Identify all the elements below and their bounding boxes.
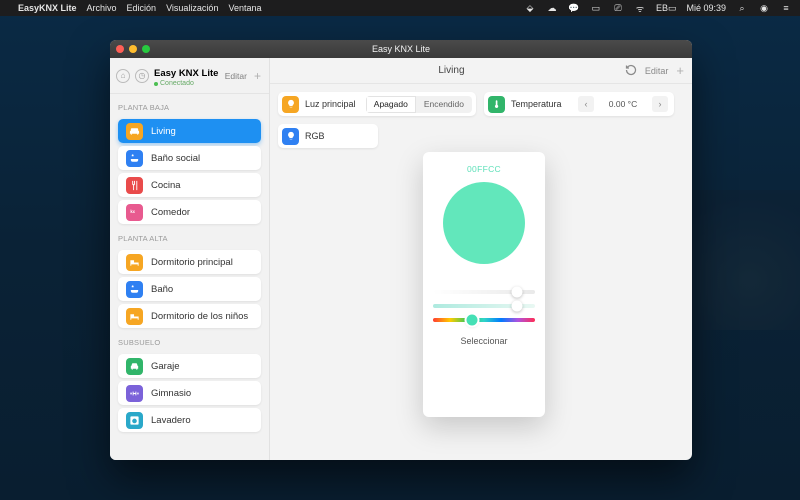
sidebar-room-garaje[interactable]: Garaje [118,354,261,378]
divider [110,93,269,94]
menubar-clock[interactable]: Mié 09:39 [686,3,726,13]
sidebar-title: Easy KNX Lite [154,68,218,79]
chat-icon[interactable]: 💬 [568,2,580,14]
sidebar-room-label: Baño [151,284,173,295]
main-title: Living [278,65,625,76]
lightbulb-icon [282,96,299,113]
temp-prev-button[interactable]: ‹ [578,96,594,112]
app-window: Easy KNX Lite ⌂ ◷ Easy KNX Lite Conectad… [110,40,692,460]
clock-icon[interactable]: ◷ [135,69,149,83]
bath-icon [126,281,143,298]
card-temperatura[interactable]: Temperatura ‹ 0.00 °C › [484,92,674,116]
picker-slider-hue[interactable] [433,318,535,322]
menubar-app-name[interactable]: EasyKNX Lite [18,3,77,13]
thermometer-icon [488,96,505,113]
gym-icon [126,385,143,402]
temp-next-button[interactable]: › [652,96,668,112]
screen-icon[interactable]: ▭ [590,2,602,14]
luz-toggle[interactable]: Apagado Encendido [366,96,472,113]
sidebar-add-button[interactable]: + [252,69,263,83]
menu-visualizacion[interactable]: Visualización [166,3,218,13]
picker-slider-saturation[interactable] [433,304,535,308]
window-titlebar[interactable]: Easy KNX Lite [110,40,692,58]
luz-on-button[interactable]: Encendido [416,96,472,113]
fork-icon [126,177,143,194]
menu-edicion[interactable]: Edición [127,3,157,13]
bed-icon [126,254,143,271]
card-rgb[interactable]: RGB [278,124,378,148]
sidebar-room-label: Garaje [151,361,180,372]
bed-icon [126,308,143,325]
card-label: Luz principal [305,99,362,109]
sidebar-group-label: SUBSUELO [110,331,269,351]
cloud-icon[interactable]: ☁ [546,2,558,14]
sidebar-room-label: Dormitorio de los niños [151,311,248,322]
sidebar-room-dormitorio-de-los-niños[interactable]: Dormitorio de los niños [118,304,261,328]
sidebar-room-label: Lavadero [151,415,191,426]
main-add-button[interactable]: + [676,63,684,78]
dropbox-icon[interactable]: ⬙ [524,2,536,14]
sidebar-edit-button[interactable]: Editar [225,71,247,81]
menu-ventana[interactable]: Ventana [228,3,261,13]
picker-color-swatch[interactable] [443,182,525,264]
menu-archivo[interactable]: Archivo [87,3,117,13]
macos-menubar: EasyKNX Lite Archivo Edición Visualizaci… [0,0,800,16]
sidebar-room-comedor[interactable]: kx Comedor [118,200,261,224]
sidebar-header: ⌂ ◷ Easy KNX Lite Conectado Editar + [110,58,269,91]
sidebar-room-label: Gimnasio [151,388,191,399]
main-header: Living Editar + [270,58,692,84]
picker-select-button[interactable]: Seleccionar [460,336,507,346]
slider-knob[interactable] [466,315,477,326]
main-edit-button[interactable]: Editar [645,66,669,76]
picker-slider-brightness[interactable] [433,290,535,294]
bath-icon [126,150,143,167]
slider-knob[interactable] [511,301,522,312]
card-luz-principal[interactable]: Luz principal Apagado Encendido [278,92,476,116]
user-icon[interactable]: ◉ [758,2,770,14]
window-title: Easy KNX Lite [110,44,692,54]
sidebar-room-label: Living [151,126,176,137]
sidebar-room-label: Baño social [151,153,200,164]
sidebar-group-label: PLANTA ALTA [110,227,269,247]
battery-indicator[interactable]: EB▭ [656,3,677,14]
luz-off-button[interactable]: Apagado [366,96,416,113]
list-icon[interactable]: ≡ [780,2,792,14]
airplay-icon[interactable]: ⎚ [612,2,624,14]
temp-value: 0.00 °C [600,99,646,109]
knx-icon: kx [126,204,143,221]
sidebar-room-label: Dormitorio principal [151,257,233,268]
sidebar-room-lavadero[interactable]: Lavadero [118,408,261,432]
sidebar-room-dormitorio-principal[interactable]: Dormitorio principal [118,250,261,274]
slider-knob[interactable] [511,287,522,298]
sidebar-group-label: PLANTA BAJA [110,96,269,116]
sidebar-status: Conectado [154,80,220,87]
rgb-color-picker: 00FFCC Seleccionar [423,152,545,417]
sidebar-room-label: Comedor [151,207,190,218]
sidebar: ⌂ ◷ Easy KNX Lite Conectado Editar + PLA… [110,58,270,460]
wash-icon [126,412,143,429]
sidebar-room-cocina[interactable]: Cocina [118,173,261,197]
home-icon[interactable]: ⌂ [116,69,130,83]
sidebar-room-baño[interactable]: Baño [118,277,261,301]
spotlight-icon[interactable]: ⌕ [736,2,748,14]
reload-icon [625,64,637,76]
sidebar-room-label: Cocina [151,180,181,191]
wifi-icon[interactable]: ᯤ [634,2,646,14]
card-label: RGB [305,131,331,141]
car-icon [126,358,143,375]
svg-text:kx: kx [130,208,135,213]
sidebar-room-baño-social[interactable]: Baño social [118,146,261,170]
sidebar-room-living[interactable]: Living [118,119,261,143]
sofa-icon [126,123,143,140]
card-label: Temperatura [511,99,568,109]
sidebar-room-gimnasio[interactable]: Gimnasio [118,381,261,405]
lightbulb-icon [282,128,299,145]
picker-hex-value: 00FFCC [467,164,501,174]
reload-button[interactable] [625,64,637,78]
